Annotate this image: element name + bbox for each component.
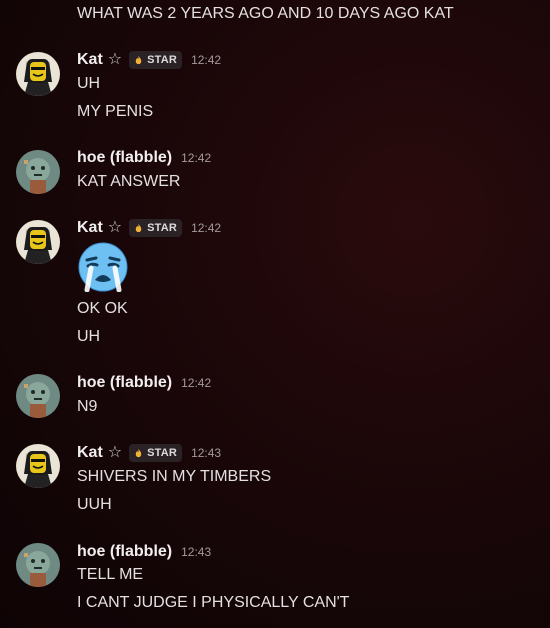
- message-header: Kat ☆ STAR 12:43: [77, 443, 221, 463]
- star-outline-icon: ☆: [107, 219, 123, 236]
- message-text: WHAT WAS 2 YEARS AGO AND 10 DAYS AGO KAT: [77, 5, 454, 22]
- chat-message-list: WHAT WAS 2 YEARS AGO AND 10 DAYS AGO KAT…: [0, 0, 550, 628]
- message-text: OK OK: [77, 300, 128, 317]
- username[interactable]: Kat: [77, 219, 103, 237]
- message-header: Kat ☆ STAR 12:42: [77, 218, 221, 238]
- username[interactable]: hoe (flabble): [77, 374, 172, 392]
- message-text: I CANT JUDGE I PHYSICALLY CAN'T: [77, 594, 350, 611]
- star-outline-icon: ☆: [107, 51, 123, 68]
- message-text: TELL ME: [77, 566, 144, 583]
- kat-avatar[interactable]: [16, 220, 60, 264]
- timestamp[interactable]: 12:43: [191, 446, 221, 460]
- server-tag-badge[interactable]: STAR: [129, 51, 183, 69]
- timestamp[interactable]: 12:42: [191, 221, 221, 235]
- message-text: N9: [77, 398, 98, 415]
- message-text: MY PENIS: [77, 103, 154, 120]
- message-text: UH: [77, 328, 101, 345]
- kat-avatar[interactable]: [16, 52, 60, 96]
- username[interactable]: hoe (flabble): [77, 149, 172, 167]
- message-text: UH: [77, 75, 101, 92]
- flame-icon: [135, 223, 142, 232]
- message-text: KAT ANSWER: [77, 173, 181, 190]
- server-tag-badge[interactable]: STAR: [129, 444, 183, 462]
- username[interactable]: Kat: [77, 444, 103, 462]
- kat-avatar[interactable]: [16, 444, 60, 488]
- timestamp[interactable]: 12:42: [181, 376, 211, 390]
- flame-icon: [135, 448, 142, 457]
- hoe-avatar[interactable]: [16, 543, 60, 587]
- username[interactable]: Kat: [77, 51, 103, 69]
- message-header: hoe (flabble) 12:42: [77, 148, 211, 168]
- message-header: hoe (flabble) 12:42: [77, 373, 211, 393]
- message-text: UUH: [77, 496, 112, 513]
- server-tag-label: STAR: [147, 222, 178, 234]
- message-text: SHIVERS IN MY TIMBERS: [77, 468, 272, 485]
- loudly-crying-face-icon[interactable]: [77, 240, 129, 292]
- server-tag-badge[interactable]: STAR: [129, 219, 183, 237]
- server-tag-label: STAR: [147, 447, 178, 459]
- flame-icon: [135, 55, 142, 64]
- username[interactable]: hoe (flabble): [77, 543, 172, 561]
- hoe-avatar[interactable]: [16, 374, 60, 418]
- timestamp[interactable]: 12:42: [191, 53, 221, 67]
- message-header: hoe (flabble) 12:43: [77, 542, 211, 562]
- hoe-avatar[interactable]: [16, 150, 60, 194]
- message-header: Kat ☆ STAR 12:42: [77, 50, 221, 70]
- server-tag-label: STAR: [147, 54, 178, 66]
- timestamp[interactable]: 12:43: [181, 545, 211, 559]
- star-outline-icon: ☆: [107, 444, 123, 461]
- timestamp[interactable]: 12:42: [181, 151, 211, 165]
